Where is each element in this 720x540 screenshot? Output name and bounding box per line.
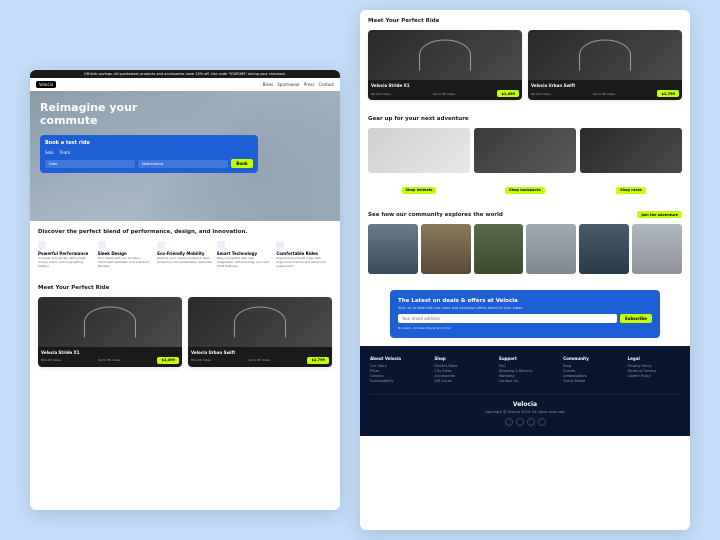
discover-section: Discover the perfect blend of performanc… [30,221,340,277]
backpack-image [474,128,576,173]
community-image-6[interactable] [632,224,682,274]
bike-image [528,30,682,80]
gear-row: Shop helmets Shop backpacks Shop racks [368,128,682,195]
bike-card-r2[interactable]: Velocia Urban Swift80-120 milesUp to 65 … [528,30,682,100]
join-button[interactable]: Join the adventure [637,211,682,218]
community-image-5[interactable] [579,224,629,274]
footer-col-legal: LegalPrivacy PolicyTerms of ServiceCooki… [628,356,680,384]
newsletter-note: No spam. Unsubscribe at any time! [398,326,652,330]
bike-image [38,297,182,347]
logo[interactable]: Velocia [36,81,56,88]
nav-link-sportswear[interactable]: Sportswear [277,82,300,87]
book-button[interactable]: Book [231,159,252,168]
hero-title: Reimagine yourcommute [40,101,330,127]
gear-title: Gear up for your next adventure [368,116,682,122]
gear-section: Gear up for your next adventure Shop hel… [360,108,690,203]
community-section: See how our community explores the world… [360,203,690,282]
email-input[interactable] [398,314,617,323]
feature-eco: Eco-Friendly MobilityReduce your carbon … [157,241,213,269]
helmet-image [368,128,470,173]
nav-links: Bikes Sportswear Press Contact [263,82,334,87]
community-image-4[interactable] [526,224,576,274]
bike-card-r1[interactable]: Velocia Stride X180-120 milesUp to 85 mi… [368,30,522,100]
bike-card-1[interactable]: Velocia Stride X180-120 milesUp to 85 mi… [38,297,182,367]
chip-icon [217,241,225,249]
booking-card: Book a test ride Solo Team Date Netherla… [40,135,258,173]
shop-racks-btn[interactable]: Shop racks [616,187,646,194]
seat-icon [276,241,284,249]
main-nav: Velocia Bikes Sportswear Press Contact [30,78,340,91]
gear-racks[interactable]: Shop racks [580,128,682,195]
gear-helmets[interactable]: Shop helmets [368,128,470,195]
meet-section-left: Meet Your Perfect Ride Velocia Stride X1… [30,277,340,375]
feature-performance: Powerful PerformanceConquer any terrain … [38,241,94,269]
date-input[interactable]: Date [45,160,135,168]
leaf-icon [157,241,165,249]
feature-design: Sleek DesignTurn heads with our modern, … [98,241,154,269]
tab-team[interactable]: Team [60,149,71,156]
price-btn[interactable]: $1,799 [307,357,329,364]
footer-col-shop: ShopElectric BikesCity BikesAccessoriesG… [434,356,486,384]
nav-link-press[interactable]: Press [304,82,315,87]
bikes-row: Velocia Stride X180-120 milesUp to 85 mi… [38,297,332,367]
bike-image [188,297,332,347]
bolt-icon [38,241,46,249]
price-btn[interactable]: $1,499 [497,90,519,97]
landing-page-right: Meet Your Perfect Ride Velocia Stride X1… [360,10,690,530]
price-btn[interactable]: $1,799 [657,90,679,97]
twitter-icon[interactable] [516,418,524,426]
location-input[interactable]: Netherlands [138,160,228,168]
footer-col-community: CommunityBlogEventsAmbassadorsSocial Med… [563,356,615,384]
footer-col-about: About VelociaOur StoryPressCareersSustai… [370,356,422,384]
nav-link-contact[interactable]: Contact [318,82,334,87]
community-images [368,224,682,274]
shop-backpacks-btn[interactable]: Shop backpacks [505,187,545,194]
feature-smart: Smart TechnologyStay connected with app … [217,241,273,269]
community-image-3[interactable] [474,224,524,274]
rack-image [580,128,682,173]
newsletter-title: The Latest on deals & offers at Velocia [398,298,652,304]
footer-bottom: Velocia Copyright @ Velocia 2024. All ri… [370,394,680,426]
meet-section-right: Meet Your Perfect Ride Velocia Stride X1… [360,10,690,108]
shop-helmets-btn[interactable]: Shop helmets [402,187,437,194]
design-icon [98,241,106,249]
meet-title: Meet Your Perfect Ride [38,285,332,291]
booking-tabs: Solo Team [45,149,253,156]
footer-copyright: Copyright @ Velocia 2024. All rights res… [370,410,680,414]
hero-section: Reimagine yourcommute Book a test ride S… [30,91,340,221]
footer-columns: About VelociaOur StoryPressCareersSustai… [370,356,680,384]
subscribe-button[interactable]: Subscribe [620,314,652,323]
community-image-1[interactable] [368,224,418,274]
facebook-icon[interactable] [505,418,513,426]
discover-title: Discover the perfect blend of performanc… [38,229,332,235]
tab-solo[interactable]: Solo [45,149,54,156]
social-links [370,418,680,426]
price-btn[interactable]: $1,499 [157,357,179,364]
community-image-2[interactable] [421,224,471,274]
feature-comfort: Comfortable RidesExperience smooth rides… [276,241,332,269]
landing-page-left: Off-kick savings: All sportswear product… [30,70,340,510]
promo-banner: Off-kick savings: All sportswear product… [30,70,340,78]
bikes-row-r: Velocia Stride X180-120 milesUp to 85 mi… [368,30,682,100]
footer-col-support: SupportFAQShipping & ReturnsWarrantyCont… [499,356,551,384]
newsletter-card: The Latest on deals & offers at Velocia … [390,290,660,338]
footer-brand: Velocia [370,401,680,408]
community-title: See how our community explores the world [368,212,503,218]
gear-backpacks[interactable]: Shop backpacks [474,128,576,195]
booking-title: Book a test ride [45,140,253,146]
nav-link-bikes[interactable]: Bikes [263,82,274,87]
meet-title-r: Meet Your Perfect Ride [368,18,682,24]
footer: About VelociaOur StoryPressCareersSustai… [360,346,690,436]
instagram-icon[interactable] [527,418,535,426]
features-row: Powerful PerformanceConquer any terrain … [38,241,332,269]
bike-image [368,30,522,80]
newsletter-subtitle: Stay up to date with our news and exclus… [398,306,652,310]
youtube-icon[interactable] [538,418,546,426]
bike-card-2[interactable]: Velocia Urban Swift80-120 milesUp to 65 … [188,297,332,367]
